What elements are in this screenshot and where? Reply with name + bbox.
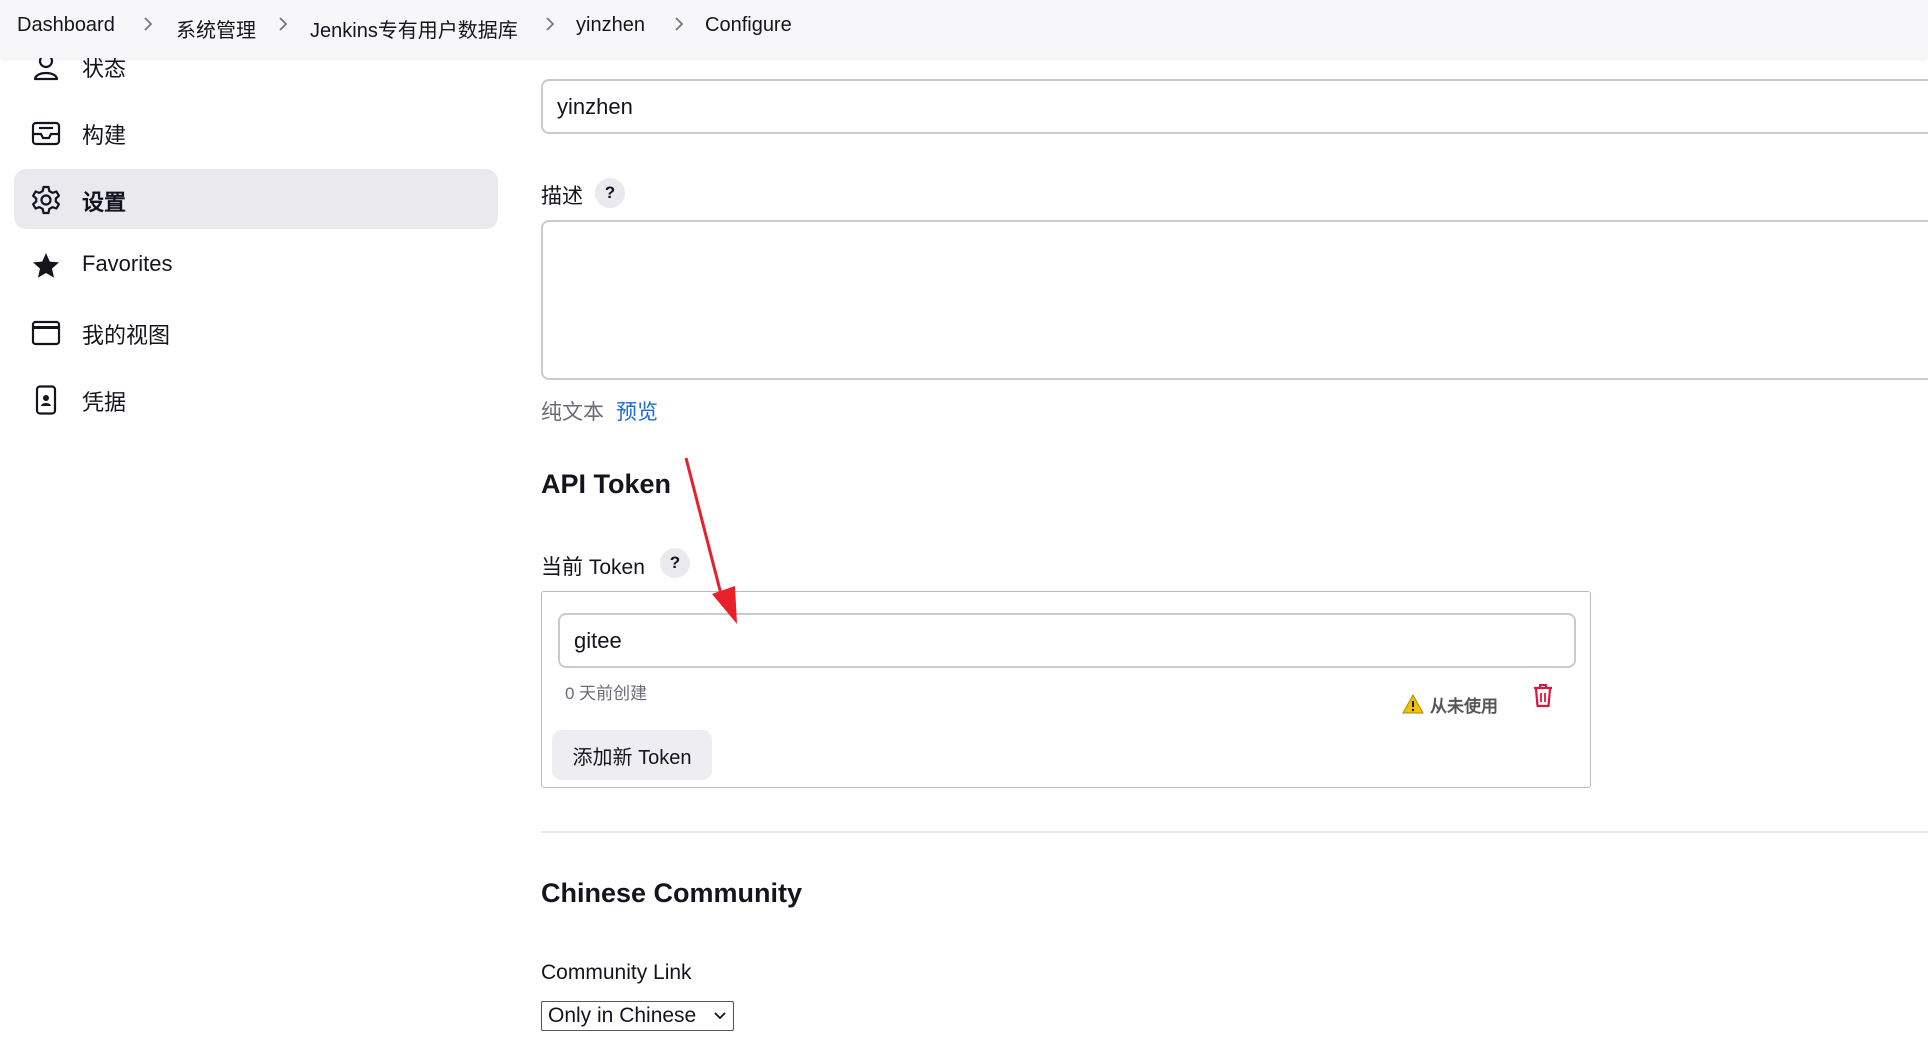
window-icon bbox=[31, 320, 61, 346]
token-name-value: gitee bbox=[574, 627, 622, 653]
add-new-token-button[interactable]: 添加新 Token bbox=[552, 730, 712, 780]
current-token-label: 当前 Token bbox=[541, 556, 645, 579]
token-created-text: 0 天前创建 bbox=[565, 684, 648, 703]
inbox-icon bbox=[31, 121, 61, 146]
chinese-community-heading: Chinese Community bbox=[541, 878, 803, 908]
sidebar-item-builds[interactable]: 构建 bbox=[14, 102, 498, 162]
sidebar: 状态 构建 设置 Favorites 我的视图 凭据 bbox=[0, 0, 510, 1042]
breadcrumb-configure[interactable]: Configure bbox=[705, 14, 792, 37]
sidebar-item-label: 构建 bbox=[82, 123, 127, 148]
section-divider bbox=[541, 831, 1928, 833]
gear-icon bbox=[32, 185, 60, 215]
breadcrumb-dashboard[interactable]: Dashboard bbox=[17, 14, 115, 37]
description-textarea[interactable] bbox=[541, 220, 1928, 380]
full-name-value: yinzhen bbox=[557, 93, 633, 119]
chevron-right-icon bbox=[546, 17, 555, 31]
sidebar-item-label: Favorites bbox=[82, 251, 173, 276]
full-name-input[interactable]: yinzhen bbox=[541, 79, 1928, 134]
chevron-right-icon bbox=[144, 17, 153, 31]
phone-icon bbox=[35, 385, 57, 415]
sidebar-item-settings[interactable]: 设置 bbox=[14, 169, 498, 229]
community-link-select[interactable]: Only in Chinese bbox=[541, 1001, 734, 1031]
sidebar-item-credentials[interactable]: 凭据 bbox=[14, 369, 498, 429]
chevron-right-icon bbox=[675, 17, 684, 31]
breadcrumb-system-admin[interactable]: 系统管理 bbox=[176, 14, 256, 43]
community-link-label: Community Link bbox=[541, 961, 692, 984]
sidebar-item-label: 凭据 bbox=[82, 390, 127, 415]
api-token-heading: API Token bbox=[541, 469, 672, 499]
sidebar-item-label: 设置 bbox=[82, 190, 127, 215]
token-usage-status: 从未使用 bbox=[1430, 697, 1498, 716]
description-help-icon[interactable]: ? bbox=[595, 178, 625, 208]
breadcrumb: Dashboard 系统管理 Jenkins专有用户数据库 yinzhen Co… bbox=[0, 0, 1928, 58]
trash-icon[interactable] bbox=[1532, 683, 1554, 708]
chevron-right-icon bbox=[279, 17, 288, 31]
token-name-input[interactable]: gitee bbox=[558, 613, 1576, 668]
add-new-token-label: 添加新 Token bbox=[572, 746, 692, 769]
breadcrumb-user-database[interactable]: Jenkins专有用户数据库 bbox=[310, 14, 518, 43]
star-icon bbox=[33, 253, 59, 278]
breadcrumb-user[interactable]: yinzhen bbox=[576, 14, 645, 37]
sidebar-item-my-views[interactable]: 我的视图 bbox=[14, 302, 498, 362]
preview-link[interactable]: 预览 bbox=[616, 396, 658, 426]
description-label: 描述 bbox=[541, 185, 583, 208]
warning-icon bbox=[1402, 694, 1424, 714]
sidebar-item-label: 我的视图 bbox=[82, 323, 171, 348]
token-list: gitee 0 天前创建 从未使用 添加新 Token bbox=[541, 591, 1591, 788]
chevron-down-icon bbox=[714, 1012, 726, 1020]
sidebar-item-favorites[interactable]: Favorites bbox=[14, 235, 498, 295]
plain-text-label: 纯文本 bbox=[541, 401, 604, 424]
current-token-help-icon[interactable]: ? bbox=[660, 548, 690, 578]
community-link-selected: Only in Chinese bbox=[548, 1004, 697, 1027]
